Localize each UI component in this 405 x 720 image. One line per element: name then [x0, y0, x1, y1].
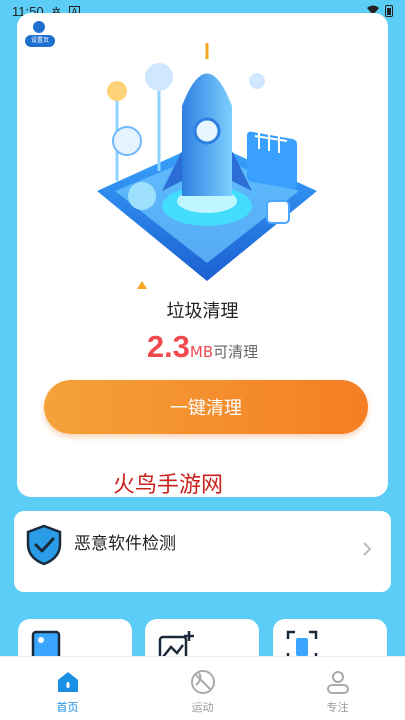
ball-icon — [190, 670, 215, 694]
rocket-illustration — [97, 43, 317, 289]
tab-focus[interactable]: 专注 — [270, 657, 405, 720]
one-click-clean-button[interactable]: 一键清理 — [44, 380, 368, 434]
chevron-right-icon — [363, 542, 372, 556]
bottom-tab-bar: 首页 运动 专注 — [0, 656, 405, 720]
tab-home-label: 首页 — [56, 701, 79, 714]
junk-clean-card: 设置页 垃圾清理 2.3MB可清理 一键清理 火鸟手游网 — [17, 13, 388, 497]
battery-icon — [385, 5, 393, 17]
junk-size: 2.3MB可清理 — [17, 329, 388, 365]
person-icon — [326, 671, 349, 694]
user-tag: 设置页 — [25, 35, 55, 47]
tab-sport-label: 运动 — [191, 701, 214, 714]
watermark-text: 火鸟手游网 — [113, 473, 224, 497]
junk-clean-title: 垃圾清理 — [166, 301, 239, 322]
tab-sport[interactable]: 运动 — [135, 657, 270, 720]
malware-detection-card[interactable]: 恶意软件检测 — [14, 511, 391, 592]
user-badge[interactable]: 设置页 — [25, 21, 55, 49]
junk-size-suffix: 可清理 — [213, 343, 259, 361]
home-icon — [57, 672, 78, 692]
malware-detection-label: 恶意软件检测 — [74, 534, 176, 554]
junk-size-value: 2.3 — [146, 329, 190, 364]
user-avatar-icon — [33, 21, 45, 33]
shield-check-icon — [26, 524, 62, 566]
tab-home[interactable]: 首页 — [0, 657, 135, 720]
junk-size-unit: MB — [189, 343, 214, 361]
tab-focus-label: 专注 — [326, 701, 349, 714]
